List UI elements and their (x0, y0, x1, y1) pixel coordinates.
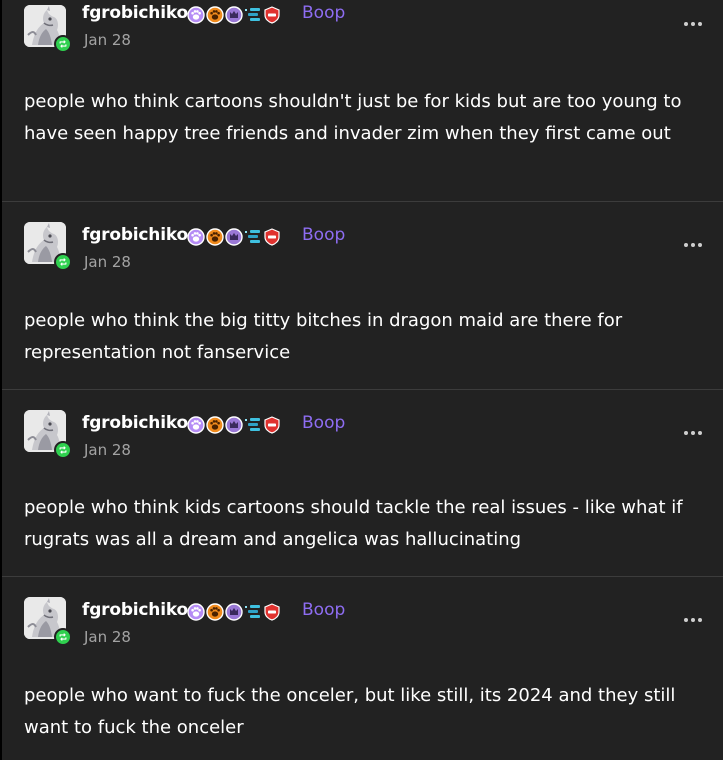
post-date[interactable]: Jan 28 (84, 441, 131, 459)
post-date[interactable]: Jan 28 (84, 628, 131, 646)
boop-button[interactable]: Boop (302, 413, 345, 433)
red-shield-badge-icon[interactable] (263, 416, 281, 434)
username[interactable]: fgrobichiko (82, 3, 188, 23)
more-options-icon[interactable] (679, 231, 707, 259)
orange-paw-badge-icon[interactable] (206, 603, 224, 621)
orange-paw-badge-icon[interactable] (206, 416, 224, 434)
boop-button[interactable]: Boop (302, 3, 345, 23)
post-card: fgrobichiko Boop Jan 28 people who think… (2, 202, 723, 390)
post-text: people who think cartoons shouldn't just… (24, 91, 682, 144)
username[interactable]: fgrobichiko (82, 225, 188, 245)
username[interactable]: fgrobichiko (82, 413, 188, 433)
post-card: fgrobichiko Boop Jan 28 people who think… (2, 0, 723, 202)
more-options-icon[interactable] (679, 10, 707, 38)
badge-list (187, 227, 281, 247)
purple-paw-badge-icon[interactable] (225, 6, 243, 24)
username[interactable]: fgrobichiko (82, 600, 188, 620)
post-feed: fgrobichiko Boop Jan 28 people who think… (0, 0, 723, 760)
reblog-icon (54, 441, 72, 459)
red-shield-badge-icon[interactable] (263, 6, 281, 24)
post-date[interactable]: Jan 28 (84, 31, 131, 49)
post-date[interactable]: Jan 28 (84, 253, 131, 271)
orange-paw-badge-icon[interactable] (206, 6, 224, 24)
badge-list (187, 602, 281, 622)
boop-button[interactable]: Boop (302, 225, 345, 245)
badge-list (187, 415, 281, 435)
badge-list (187, 5, 281, 25)
blue-stack-badge-icon[interactable] (244, 603, 262, 621)
purple-paw-badge-icon[interactable] (187, 228, 205, 246)
more-options-icon[interactable] (679, 419, 707, 447)
purple-paw-badge-icon[interactable] (225, 603, 243, 621)
reblog-icon (54, 253, 72, 271)
reblog-icon (54, 628, 72, 646)
post-text: people who want to fuck the onceler, but… (24, 685, 676, 738)
post-text: people who think kids cartoons should ta… (24, 497, 683, 550)
red-shield-badge-icon[interactable] (263, 228, 281, 246)
blue-stack-badge-icon[interactable] (244, 6, 262, 24)
post-card: fgrobichiko Boop Jan 28 people who think… (2, 390, 723, 577)
reblog-icon (54, 35, 72, 53)
post-text: people who think the big titty bitches i… (24, 310, 623, 363)
purple-paw-badge-icon[interactable] (187, 6, 205, 24)
purple-paw-badge-icon[interactable] (187, 603, 205, 621)
blue-stack-badge-icon[interactable] (244, 228, 262, 246)
purple-paw-badge-icon[interactable] (225, 416, 243, 434)
blue-stack-badge-icon[interactable] (244, 416, 262, 434)
post-card: fgrobichiko Boop Jan 28 people who want … (2, 577, 723, 760)
orange-paw-badge-icon[interactable] (206, 228, 224, 246)
purple-paw-badge-icon[interactable] (187, 416, 205, 434)
purple-paw-badge-icon[interactable] (225, 228, 243, 246)
boop-button[interactable]: Boop (302, 600, 345, 620)
red-shield-badge-icon[interactable] (263, 603, 281, 621)
more-options-icon[interactable] (679, 606, 707, 634)
